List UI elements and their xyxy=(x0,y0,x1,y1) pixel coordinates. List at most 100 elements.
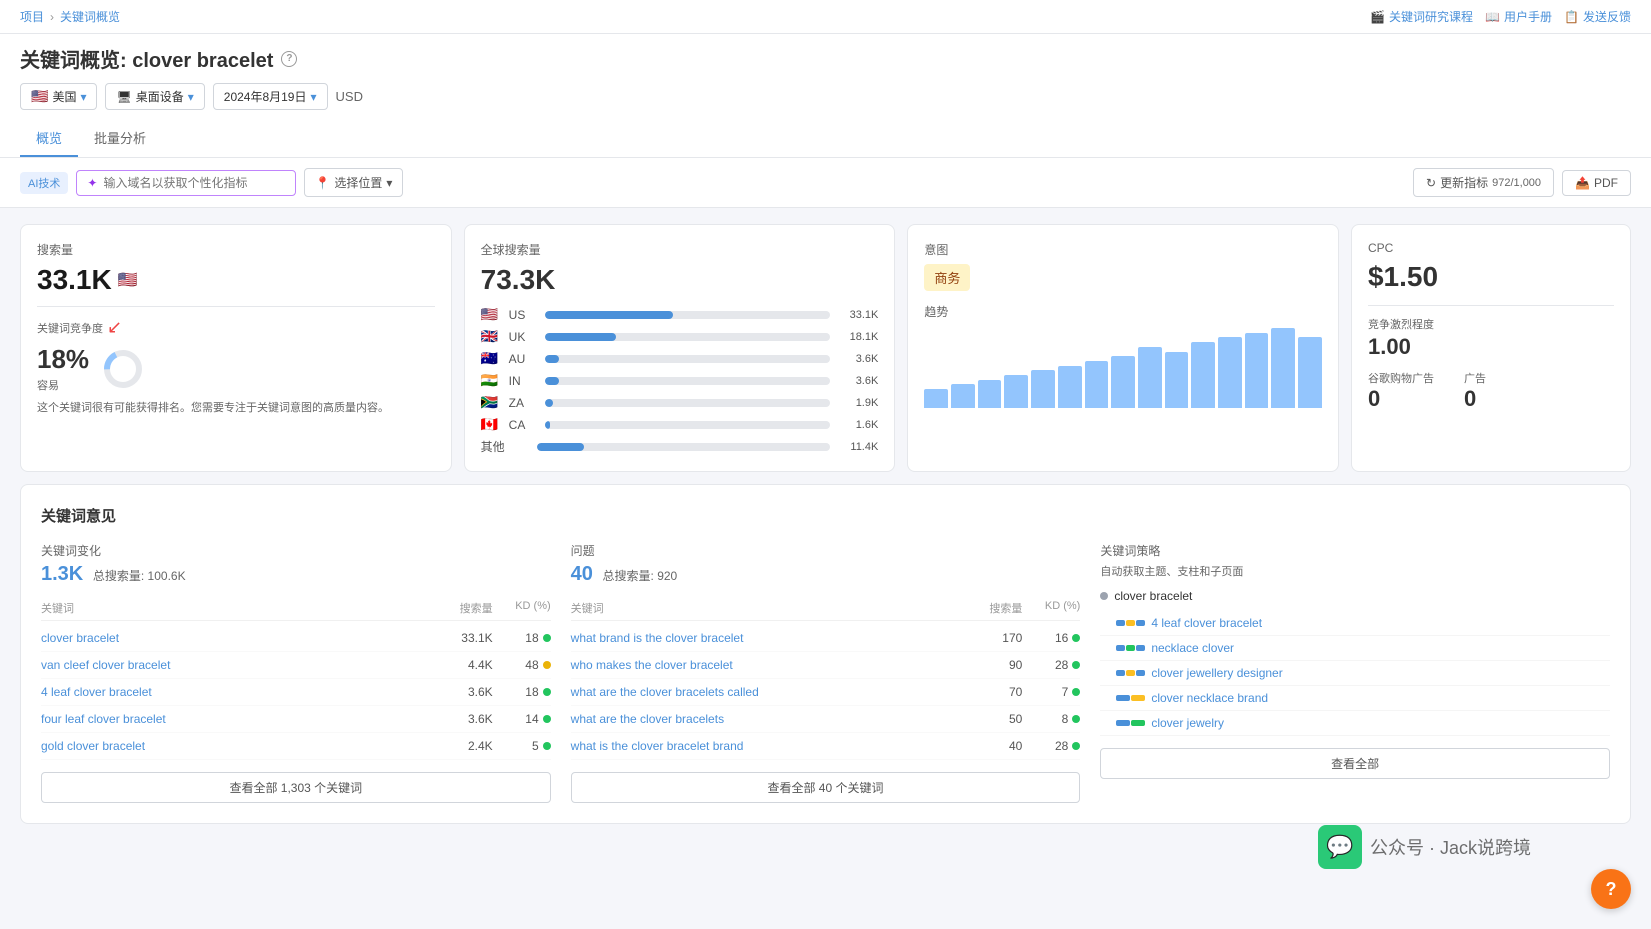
top-bar: 项目 › 关键词概览 🎬 关键词研究课程 📖 用户手册 📋 发送反馈 xyxy=(0,0,1651,34)
country-row: 🇺🇸 US 33.1K xyxy=(481,306,879,323)
feedback-btn[interactable]: 📋 发送反馈 xyxy=(1564,8,1631,25)
trend-bar-item xyxy=(978,380,1002,408)
questions-rows: what brand is the clover bracelet 170 16… xyxy=(571,625,1081,760)
domain-input[interactable] xyxy=(103,176,283,190)
kd-row: 18% 容易 xyxy=(37,344,435,393)
kd-dot xyxy=(543,634,551,642)
kw-kd: 28 xyxy=(1030,658,1080,672)
global-search-card: 全球搜索量 73.3K 🇺🇸 US 33.1K 🇬🇧 UK 18.1K 🇦🇺 A… xyxy=(464,224,896,472)
variations-count: 1.3K xyxy=(41,563,83,585)
toolbar: AI技术 ✦ 📍 选择位置 ▾ ↻ 更新指标 972/1,000 📤 PDF xyxy=(0,158,1651,208)
kw-row: who makes the clover bracelet 90 28 xyxy=(571,652,1081,679)
date-filter[interactable]: 2024年8月19日 ▾ xyxy=(213,83,328,110)
kw-link[interactable]: what is the clover bracelet brand xyxy=(571,739,971,753)
strategy-color-segment xyxy=(1136,645,1145,651)
us-flag: 🇺🇸 xyxy=(118,270,138,290)
country-bar-fill xyxy=(545,311,674,319)
country-rows: 🇺🇸 US 33.1K 🇬🇧 UK 18.1K 🇦🇺 AU 3.6K 🇮🇳 IN… xyxy=(481,306,879,433)
questions-table-header: 关键词 搜索量 KD (%) xyxy=(571,596,1081,621)
kw-link[interactable]: gold clover bracelet xyxy=(41,739,441,753)
country-bar-fill xyxy=(545,377,559,385)
breadcrumb-parent[interactable]: 项目 xyxy=(20,8,44,25)
keywords-section-title: 关键词意见 xyxy=(41,505,1610,526)
device-filter[interactable]: 🖥 桌面设备 ▾ xyxy=(105,83,204,110)
kw-vol: 3.6K xyxy=(441,712,501,726)
country-flag-item: 🇦🇺 xyxy=(481,350,501,367)
country-flag: 🇺🇸 xyxy=(31,88,48,105)
currency-label: USD xyxy=(336,89,363,104)
info-icon[interactable]: ? xyxy=(281,51,297,67)
strategy-col: 关键词策略 自动获取主题、支柱和子页面 clover bracelet 4 le… xyxy=(1100,542,1610,803)
pdf-btn[interactable]: 📤 PDF xyxy=(1562,170,1631,196)
kw-row: 4 leaf clover bracelet 3.6K 18 xyxy=(41,679,551,706)
strategy-item-label: necklace clover xyxy=(1151,641,1234,655)
kw-vol: 2.4K xyxy=(441,739,501,753)
view-all-questions-btn[interactable]: 查看全部 40 个关键词 xyxy=(571,772,1081,803)
country-name: CA xyxy=(509,418,537,432)
kw-row: what brand is the clover bracelet 170 16 xyxy=(571,625,1081,652)
strategy-color-segment xyxy=(1131,695,1145,701)
global-search-label: 全球搜索量 xyxy=(481,241,879,258)
variations-header: 关键词变化 1.3K 总搜索量: 100.6K xyxy=(41,542,551,586)
kw-vol: 4.4K xyxy=(441,658,501,672)
trend-bar-item xyxy=(1058,366,1082,408)
country-flag-item: 🇬🇧 xyxy=(481,328,501,345)
country-bar-fill xyxy=(545,355,559,363)
watermark-text: 公众号 · Jack说跨境 xyxy=(1370,834,1531,860)
kd-dot xyxy=(1072,688,1080,696)
kw-row: four leaf clover bracelet 3.6K 14 xyxy=(41,706,551,733)
refresh-btn[interactable]: ↻ 更新指标 972/1,000 xyxy=(1413,168,1554,197)
country-filter[interactable]: 🇺🇸 美国 ▾ xyxy=(20,83,97,110)
kw-link[interactable]: van cleef clover bracelet xyxy=(41,658,441,672)
strategy-color-segment xyxy=(1126,620,1135,626)
help-button[interactable]: ? xyxy=(1591,869,1631,909)
tab-bulk[interactable]: 批量分析 xyxy=(78,120,162,157)
strategy-color-segment xyxy=(1126,670,1135,676)
other-row: 其他 11.4K xyxy=(481,438,879,455)
kw-link[interactable]: what brand is the clover bracelet xyxy=(571,631,971,645)
trend-label: 趋势 xyxy=(924,303,1322,320)
kd-dot xyxy=(543,742,551,750)
kw-link[interactable]: clover bracelet xyxy=(41,631,441,645)
watermark: 💬 公众号 · Jack说跨境 xyxy=(1318,825,1531,869)
strategy-item[interactable]: clover jewelry xyxy=(1100,711,1610,736)
kw-link[interactable]: what are the clover bracelets xyxy=(571,712,971,726)
feedback-icon: 📋 xyxy=(1564,10,1579,24)
cards-row: 搜索量 33.1K 🇺🇸 关键词竞争度 ↙ 18% 容易 xyxy=(20,224,1631,472)
kw-link[interactable]: four leaf clover bracelet xyxy=(41,712,441,726)
kd-difficulty: 容易 xyxy=(37,377,89,393)
strategy-item-label: clover jewelry xyxy=(1151,716,1224,730)
trend-bar-item xyxy=(951,384,975,408)
view-all-strategy-btn[interactable]: 查看全部 xyxy=(1100,748,1610,779)
view-all-variations-btn[interactable]: 查看全部 1,303 个关键词 xyxy=(41,772,551,803)
strategy-color-segment xyxy=(1126,645,1135,651)
wechat-icon: 💬 xyxy=(1318,825,1362,869)
location-icon: 📍 xyxy=(315,176,330,190)
chevron-down-icon: ▾ xyxy=(80,90,86,104)
location-btn[interactable]: 📍 选择位置 ▾ xyxy=(304,168,403,197)
strategy-item[interactable]: clover jewellery designer xyxy=(1100,661,1610,686)
strategy-item[interactable]: 4 leaf clover bracelet xyxy=(1100,611,1610,636)
kw-link[interactable]: 4 leaf clover bracelet xyxy=(41,685,441,699)
questions-count: 40 xyxy=(571,563,593,585)
chevron-down-icon2: ▾ xyxy=(188,90,194,104)
kw-link[interactable]: what are the clover bracelets called xyxy=(571,685,971,699)
country-bar-fill xyxy=(545,399,554,407)
strategy-color-segment xyxy=(1116,620,1125,626)
questions-header: 问题 40 总搜索量: 920 xyxy=(571,542,1081,586)
kw-vol: 50 xyxy=(970,712,1030,726)
manual-btn[interactable]: 📖 用户手册 xyxy=(1485,8,1552,25)
ads-item: 广告 0 xyxy=(1464,370,1486,412)
strategy-item[interactable]: necklace clover xyxy=(1100,636,1610,661)
strategy-items: 4 leaf clover bracelet necklace clover c… xyxy=(1100,611,1610,736)
ai-badge: AI技术 xyxy=(20,172,68,194)
kw-link[interactable]: who makes the clover bracelet xyxy=(571,658,971,672)
cpc-label: CPC xyxy=(1368,241,1614,255)
strategy-item[interactable]: clover necklace brand xyxy=(1100,686,1610,711)
strategy-root-dot xyxy=(1100,592,1108,600)
country-label: 美国 xyxy=(52,88,76,105)
course-btn[interactable]: 🎬 关键词研究课程 xyxy=(1370,8,1473,25)
tab-overview[interactable]: 概览 xyxy=(20,120,78,157)
country-flag-item: 🇮🇳 xyxy=(481,372,501,389)
questions-title: 问题 xyxy=(571,542,1081,559)
